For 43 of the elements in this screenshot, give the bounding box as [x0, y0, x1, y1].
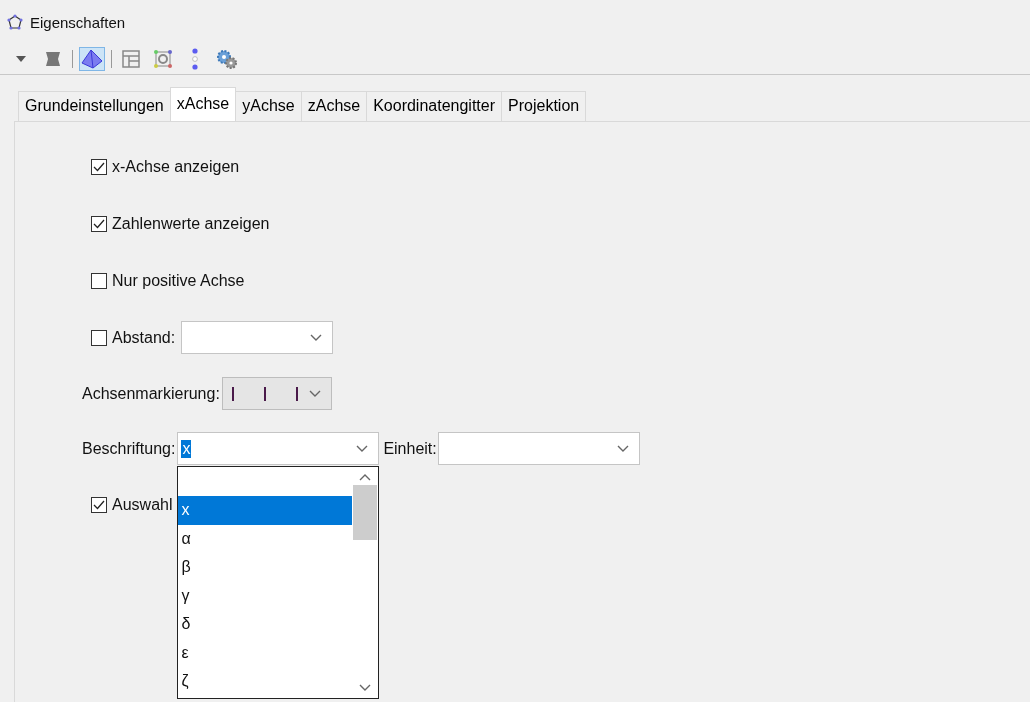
dropdown-item[interactable]: β	[178, 553, 353, 582]
checkbox[interactable]	[91, 329, 107, 346]
toolbar-button[interactable]	[214, 47, 240, 71]
vertical-dots-icon	[191, 48, 199, 70]
scrollbar-thumb[interactable]	[353, 485, 378, 540]
toolbar-button[interactable]	[79, 47, 105, 71]
checkbox-label: x-Achse anzeigen	[112, 157, 240, 176]
dropdown-item[interactable]: ζ	[178, 667, 353, 696]
dropdown-item[interactable]: ε	[178, 638, 353, 667]
tab[interactable]: Grundeinstellungen	[18, 91, 171, 121]
pentagon-icon	[7, 14, 23, 30]
label-combo[interactable]: x	[177, 432, 380, 465]
field-label: Einheit:	[383, 439, 437, 458]
chevron-down-icon	[616, 444, 629, 453]
checkbox[interactable]	[91, 215, 107, 232]
dropdown-triangle-icon	[15, 55, 27, 63]
chevron-down-icon	[356, 444, 369, 453]
dropdown-item[interactable]: α	[178, 524, 353, 553]
tab[interactable]: xAchse	[169, 87, 237, 121]
dropdown-item[interactable]: x	[178, 496, 353, 525]
window-title: Eigenschaften	[30, 13, 126, 31]
gears-icon	[216, 49, 238, 69]
chevron-down-icon	[310, 333, 323, 342]
tick-marks-icon	[230, 385, 301, 402]
pyramid-icon	[81, 49, 103, 69]
tick-style-combo[interactable]	[221, 377, 332, 410]
gear-frame-icon	[153, 49, 173, 69]
dropdown-item[interactable]: γ	[178, 581, 353, 610]
layout-icon	[122, 50, 140, 68]
field-label: Achsenmarkierung:	[82, 384, 220, 403]
field-label: Beschriftung:	[82, 439, 176, 458]
checkbox[interactable]	[91, 496, 107, 513]
checkbox-label: Abstand:	[112, 328, 176, 347]
chevron-down-icon	[308, 389, 321, 398]
checkbox[interactable]	[91, 158, 107, 175]
scroll-down-icon	[359, 684, 372, 692]
checkbox-label: Auswahl	[112, 495, 173, 514]
checkbox-label: Nur positive Achse	[112, 271, 245, 290]
scroll-up-icon	[359, 473, 372, 481]
tab[interactable]: Projektion	[501, 91, 587, 121]
checkbox[interactable]	[91, 272, 107, 289]
dropdown-item[interactable]: δ	[178, 610, 353, 639]
checkbox-label: Zahlenwerte anzeigen	[112, 214, 270, 233]
